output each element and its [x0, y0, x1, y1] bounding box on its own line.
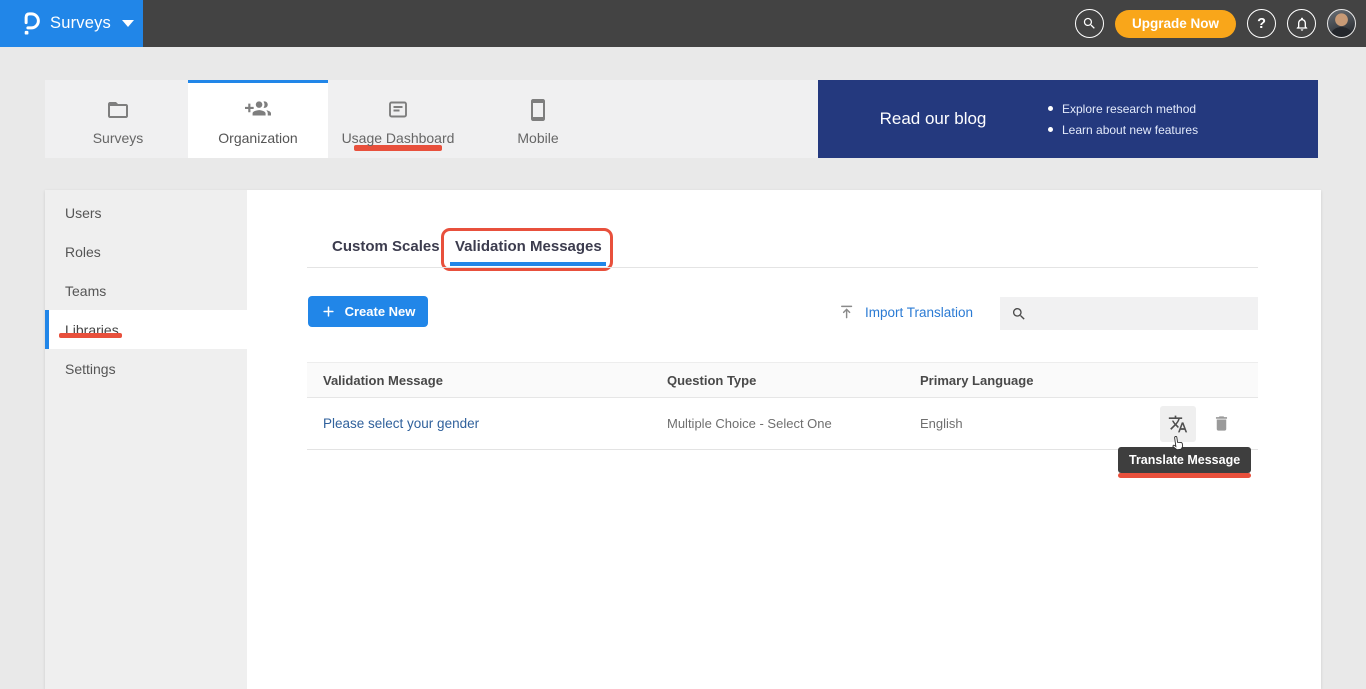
tab-usage-dashboard[interactable]: Usage Dashboard	[328, 80, 468, 158]
create-new-label: Create New	[345, 304, 416, 319]
sidebar-item-label: Roles	[65, 244, 101, 260]
group-add-icon	[245, 96, 271, 122]
banner-bullet-list: Explore research method Learn about new …	[1048, 102, 1198, 137]
organization-panel: Users Roles Teams Libraries Settings Cus…	[45, 190, 1321, 689]
active-indicator	[45, 310, 49, 349]
smartphone-icon	[526, 96, 550, 122]
sidebar-item-users[interactable]: Users	[45, 193, 247, 232]
tab-label: Usage Dashboard	[342, 130, 455, 146]
tabs-divider	[307, 267, 1258, 268]
search-icon	[1082, 16, 1097, 31]
tab-label: Mobile	[517, 130, 558, 146]
dashboard-card-icon	[386, 96, 410, 122]
product-name: Surveys	[50, 14, 111, 33]
tab-custom-scales[interactable]: Custom Scales	[332, 238, 440, 255]
plus-icon	[321, 304, 336, 319]
create-new-button[interactable]: Create New	[308, 296, 428, 327]
sidebar-item-teams[interactable]: Teams	[45, 271, 247, 310]
sidebar-item-label: Settings	[65, 361, 116, 377]
validation-messages-table: Validation Message Question Type Primary…	[307, 362, 1258, 450]
tab-label: Organization	[218, 130, 297, 146]
brand-product-switcher[interactable]: Surveys	[0, 0, 143, 47]
delete-button[interactable]	[1212, 414, 1231, 433]
column-header-primary-language: Primary Language	[920, 373, 1160, 388]
upgrade-now-button[interactable]: Upgrade Now	[1115, 10, 1236, 38]
help-icon: ?	[1257, 16, 1266, 32]
avatar[interactable]	[1327, 9, 1356, 38]
help-button[interactable]: ?	[1247, 9, 1276, 38]
questionpro-logo-icon	[20, 10, 41, 37]
import-translation-link[interactable]: Import Translation	[838, 297, 973, 327]
sidebar-item-settings[interactable]: Settings	[45, 349, 247, 388]
table-search[interactable]	[1000, 297, 1258, 330]
blog-banner[interactable]: Read our blog Explore research method Le…	[818, 80, 1318, 158]
chevron-down-icon	[122, 20, 134, 27]
hand-cursor-icon	[1167, 433, 1188, 458]
sidebar-item-libraries[interactable]: Libraries	[45, 310, 247, 349]
topbar-actions: Upgrade Now ?	[1075, 0, 1356, 47]
sidebar-item-label: Teams	[65, 283, 106, 299]
table-row: Please select your gender Multiple Choic…	[307, 398, 1258, 450]
question-type-value: Multiple Choice - Select One	[667, 416, 920, 431]
sidebar-item-label: Users	[65, 205, 102, 221]
sidebar-item-roles[interactable]: Roles	[45, 232, 247, 271]
trash-icon	[1212, 414, 1231, 433]
column-header-question-type: Question Type	[667, 373, 920, 388]
import-translation-label: Import Translation	[865, 305, 973, 320]
column-header-validation-message: Validation Message	[307, 373, 667, 388]
translate-icon	[1168, 414, 1188, 434]
annotation-box-validation-messages	[441, 228, 613, 271]
banner-bullet: Learn about new features	[1048, 123, 1198, 137]
search-input[interactable]	[1035, 306, 1235, 321]
folder-icon	[106, 96, 130, 122]
annotation-underline-libraries	[59, 333, 122, 338]
tab-mobile[interactable]: Mobile	[468, 80, 608, 158]
import-upload-icon	[838, 303, 856, 321]
banner-bullet: Explore research method	[1048, 102, 1198, 116]
libraries-content: Custom Scales Validation Messages Create…	[247, 190, 1321, 689]
search-button[interactable]	[1075, 9, 1104, 38]
banner-title: Read our blog	[818, 109, 1048, 129]
topbar: Surveys Upgrade Now ?	[0, 0, 1366, 47]
validation-message-link[interactable]: Please select your gender	[323, 416, 479, 431]
search-icon	[1011, 306, 1027, 322]
main-tab-strip: Surveys Organization Usage Dashboard Mob…	[45, 80, 818, 158]
tab-organization[interactable]: Organization	[188, 80, 328, 158]
table-header-row: Validation Message Question Type Primary…	[307, 362, 1258, 398]
tab-label: Surveys	[93, 130, 144, 146]
annotation-underline-tooltip	[1118, 473, 1251, 478]
bell-icon	[1294, 16, 1310, 32]
tab-surveys[interactable]: Surveys	[48, 80, 188, 158]
notifications-button[interactable]	[1287, 9, 1316, 38]
primary-language-value: English	[920, 416, 1160, 431]
organization-sidebar: Users Roles Teams Libraries Settings	[45, 190, 247, 689]
